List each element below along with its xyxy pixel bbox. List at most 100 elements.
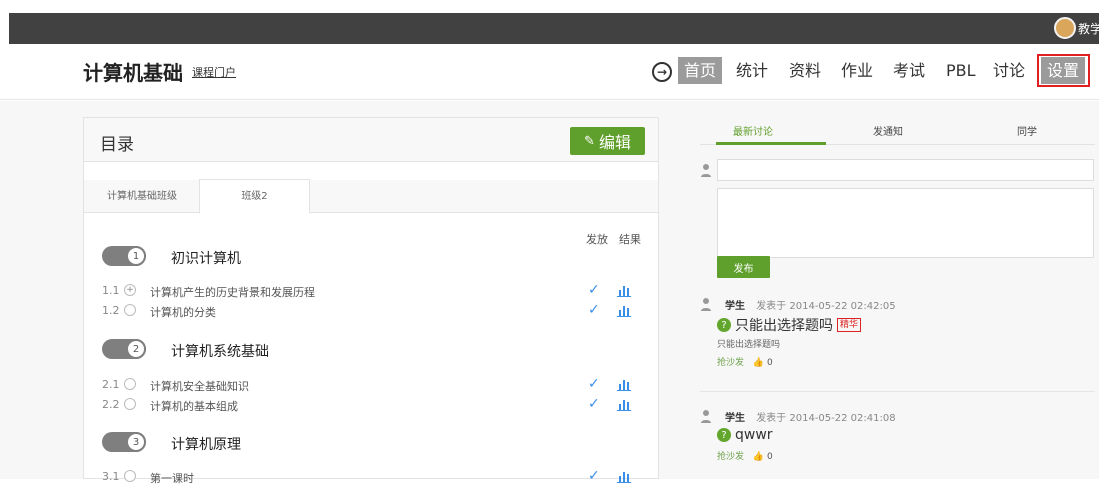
catalog-header: 目录 ✎ 编辑: [84, 118, 658, 162]
section-title[interactable]: 计算机安全基础知识: [150, 378, 249, 394]
nav-exam[interactable]: 考试: [893, 57, 925, 84]
thumbs-up-icon: 👍: [752, 452, 765, 462]
post-actions: 抢沙发 👍 0: [717, 355, 773, 368]
circle-icon[interactable]: [124, 378, 136, 390]
section-title[interactable]: 计算机产生的历史背景和发展历程: [150, 284, 315, 300]
post-actions: 抢沙发 👍 0: [717, 449, 773, 462]
question-icon: ?: [717, 428, 731, 442]
chapter-toggle[interactable]: 1: [102, 246, 146, 266]
arrow-right-icon[interactable]: →: [652, 62, 672, 82]
bar-chart-icon[interactable]: [617, 303, 631, 317]
like-count: 0: [766, 452, 773, 462]
post-author[interactable]: 学生: [725, 413, 745, 424]
first-reply-link[interactable]: 抢沙发: [717, 452, 744, 462]
nav-homework[interactable]: 作业: [841, 57, 873, 84]
first-reply-link[interactable]: 抢沙发: [717, 358, 744, 368]
featured-badge: 精华: [837, 318, 862, 332]
chapter-title[interactable]: 初识计算机: [171, 248, 241, 268]
catalog-title: 目录: [100, 135, 134, 155]
nav-discussion[interactable]: 讨论: [993, 57, 1025, 84]
like-button[interactable]: 👍 0: [753, 452, 773, 462]
tab-classmates[interactable]: 同学: [1017, 123, 1037, 138]
right-tabs: 最新讨论 发通知 同学: [700, 117, 1095, 145]
chapter-title[interactable]: 计算机系统基础: [171, 341, 269, 361]
check-icon[interactable]: ✓: [588, 396, 600, 412]
post-title-text[interactable]: 只能出选择题吗: [735, 315, 833, 335]
expand-circle-icon[interactable]: +: [124, 284, 136, 296]
release-column-header: 发放: [586, 233, 608, 246]
publish-button[interactable]: 发布: [717, 256, 770, 278]
top-user-label[interactable]: 教学: [1078, 20, 1099, 37]
section-row[interactable]: 1.1 + 计算机产生的历史背景和发展历程 ✓: [102, 282, 642, 300]
discussion-post[interactable]: 学生 发表于 2014-05-22 02:42:05 ? 只能出选择题吗 精华 …: [700, 297, 1099, 382]
circle-icon[interactable]: [124, 304, 136, 316]
section-title[interactable]: 计算机的基本组成: [150, 398, 238, 414]
discussion-post[interactable]: 学生 发表于 2014-05-22 02:41:08 ? qwwr 抢沙发 👍 …: [700, 409, 1099, 479]
nav-materials[interactable]: 资料: [789, 57, 821, 84]
result-column-header: 结果: [619, 233, 641, 246]
bar-chart-icon[interactable]: [617, 283, 631, 297]
class-tab-class2[interactable]: 班级2: [199, 179, 310, 214]
user-icon: [701, 164, 711, 177]
class-tab-basic[interactable]: 计算机基础班级: [92, 180, 192, 213]
tab-notice[interactable]: 发通知: [873, 123, 903, 138]
chapter-toggle[interactable]: 2: [102, 339, 146, 359]
section-number: 2.1: [102, 378, 120, 391]
chapter-number: 3: [126, 432, 146, 452]
section-title[interactable]: 计算机的分类: [150, 304, 216, 320]
post-time: 发表于 2014-05-22 02:41:08: [756, 413, 896, 424]
post-title[interactable]: ? 只能出选择题吗 精华: [717, 315, 862, 335]
top-black-bar: [9, 13, 1099, 44]
section-number: 2.2: [102, 398, 120, 411]
post-divider: [700, 391, 1095, 392]
class-tabs: 计算机基础班级 班级2: [84, 179, 658, 214]
user-avatar[interactable]: [1054, 17, 1076, 39]
section-row[interactable]: 2.2 计算机的基本组成 ✓: [102, 396, 642, 414]
chapter-item[interactable]: 1 初识计算机: [102, 246, 602, 270]
post-title-text[interactable]: qwwr: [735, 427, 773, 443]
user-icon: [701, 298, 711, 311]
chapter-item[interactable]: 2 计算机系统基础: [102, 339, 602, 363]
bar-chart-icon[interactable]: [617, 469, 631, 483]
circle-icon[interactable]: [124, 398, 136, 410]
post-title-input[interactable]: [717, 159, 1094, 181]
post-author[interactable]: 学生: [725, 301, 745, 312]
thumbs-up-icon: 👍: [752, 358, 765, 368]
edit-button[interactable]: ✎ 编辑: [570, 127, 645, 155]
chapter-toggle[interactable]: 3: [102, 432, 146, 452]
like-button[interactable]: 👍 0: [753, 358, 773, 368]
section-row[interactable]: 2.1 计算机安全基础知识 ✓: [102, 376, 642, 394]
post-content-input[interactable]: [717, 188, 1094, 258]
tab-latest-discussion[interactable]: 最新讨论: [733, 123, 773, 138]
active-tab-underline: [716, 142, 826, 145]
section-row[interactable]: 1.2 计算机的分类 ✓: [102, 302, 642, 320]
bar-chart-icon[interactable]: [617, 377, 631, 391]
check-icon[interactable]: ✓: [588, 376, 600, 392]
chapter-item[interactable]: 3 计算机原理: [102, 432, 602, 456]
check-icon[interactable]: ✓: [588, 468, 600, 484]
section-number: 3.1: [102, 470, 120, 483]
section-number: 1.1: [102, 284, 120, 297]
post-title[interactable]: ? qwwr: [717, 427, 773, 443]
check-icon[interactable]: ✓: [588, 282, 600, 298]
circle-icon[interactable]: [124, 470, 136, 482]
course-title: 计算机基础: [83, 61, 183, 85]
section-number: 1.2: [102, 304, 120, 317]
user-icon: [701, 410, 711, 423]
chapter-number: 1: [126, 246, 146, 266]
chapter-title[interactable]: 计算机原理: [171, 434, 241, 454]
nav-stats[interactable]: 统计: [736, 57, 768, 84]
check-icon[interactable]: ✓: [588, 302, 600, 318]
nav-pbl[interactable]: PBL: [946, 57, 976, 84]
right-panel: 最新讨论 发通知 同学 发布 学生 发表于 2014-05-22 02:42:0…: [700, 117, 1099, 479]
nav-home[interactable]: 首页: [678, 57, 723, 84]
bar-chart-icon[interactable]: [617, 397, 631, 411]
top-bar: 教学: [0, 0, 1099, 44]
pencil-icon: ✎: [584, 133, 595, 149]
course-header: 计算机基础 课程门户 → 首页 统计 资料 作业 考试 PBL 讨论 设置: [0, 44, 1099, 100]
section-title[interactable]: 第一课时: [150, 470, 194, 486]
course-portal-link[interactable]: 课程门户: [192, 64, 236, 80]
settings-highlight-frame: [1037, 54, 1090, 87]
section-row[interactable]: 3.1 第一课时 ✓: [102, 468, 642, 486]
like-count: 0: [766, 358, 773, 368]
